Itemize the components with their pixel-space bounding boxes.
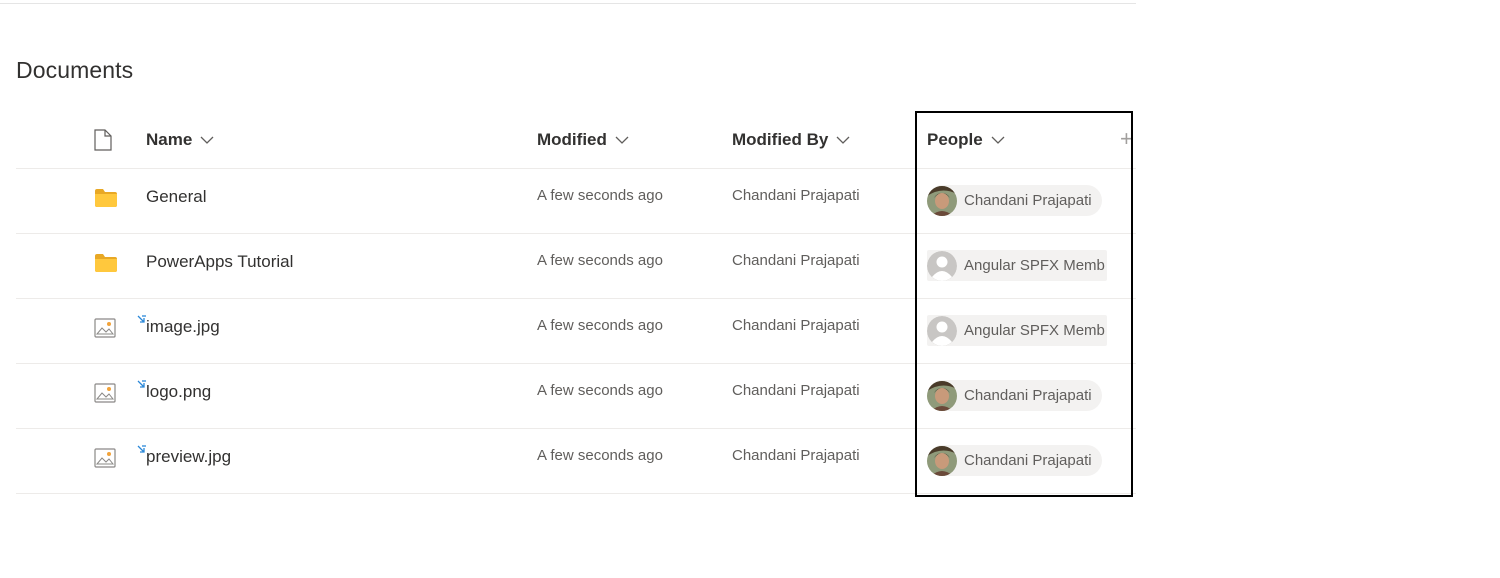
table-row[interactable]: General A few seconds ago Chandani Prajapa… (16, 169, 1136, 234)
avatar (927, 185, 957, 216)
column-header-people-label: People (927, 130, 983, 149)
chevron-down-icon (991, 136, 1005, 144)
folder-icon (94, 188, 120, 212)
column-header-people[interactable]: People (927, 130, 1005, 150)
documents-list: Name Modified Modified By People + Gener… (16, 112, 1136, 494)
avatar (927, 250, 957, 281)
item-name-link[interactable]: image.jpg (146, 317, 220, 337)
modified-cell: A few seconds ago (537, 252, 663, 269)
chevron-down-icon (615, 136, 629, 144)
persona-name: Angular SPFX Memb (964, 257, 1105, 274)
table-row[interactable]: preview.jpg A few seconds ago Chandani Pra… (16, 429, 1136, 494)
column-header-modified[interactable]: Modified (537, 130, 629, 150)
modified-by-cell[interactable]: Chandani Prajapati (732, 447, 860, 464)
column-header-modified-label: Modified (537, 130, 607, 149)
item-name-link[interactable]: General (146, 187, 206, 207)
avatar (927, 445, 957, 476)
item-name-link[interactable]: PowerApps Tutorial (146, 252, 293, 272)
column-header-modified-by-label: Modified By (732, 130, 829, 149)
modified-by-cell[interactable]: Chandani Prajapati (732, 252, 860, 269)
item-name-link[interactable]: preview.jpg (146, 447, 231, 467)
modified-cell: A few seconds ago (537, 317, 663, 334)
modified-by-cell[interactable]: Chandani Prajapati (732, 317, 860, 334)
persona-name: Chandani Prajapati (964, 192, 1092, 209)
page-title: Documents (16, 57, 134, 83)
persona-name: Chandani Prajapati (964, 387, 1092, 404)
people-persona[interactable]: Chandani Prajapati (927, 380, 1102, 411)
document-library-view: Documents Name Modified Modified By Peop… (0, 0, 1500, 578)
image-file-icon (94, 448, 120, 472)
column-header-modified-by[interactable]: Modified By (732, 130, 850, 150)
table-row[interactable]: image.jpg A few seconds ago Chandani Praja… (16, 299, 1136, 364)
people-persona[interactable]: Chandani Prajapati (927, 445, 1102, 476)
chevron-down-icon (836, 136, 850, 144)
people-persona[interactable]: Angular SPFX Memb (927, 315, 1107, 346)
table-row[interactable]: logo.png A few seconds ago Chandani Prajap… (16, 364, 1136, 429)
modified-cell: A few seconds ago (537, 187, 663, 204)
modified-by-cell[interactable]: Chandani Prajapati (732, 382, 860, 399)
modified-by-cell[interactable]: Chandani Prajapati (732, 187, 860, 204)
column-header-name-label: Name (146, 130, 193, 149)
folder-icon (94, 253, 120, 277)
avatar (927, 380, 957, 411)
people-persona[interactable]: Angular SPFX Memb (927, 250, 1107, 281)
chevron-down-icon (200, 136, 214, 144)
modified-cell: A few seconds ago (537, 382, 663, 399)
document-icon[interactable] (94, 129, 112, 156)
people-persona[interactable]: Chandani Prajapati (927, 185, 1102, 216)
persona-name: Chandani Prajapati (964, 452, 1092, 469)
list-rows: General A few seconds ago Chandani Prajapa… (16, 169, 1136, 494)
top-divider (0, 3, 1136, 4)
item-name-link[interactable]: logo.png (146, 382, 211, 402)
avatar (927, 315, 957, 346)
column-header-name[interactable]: Name (146, 130, 214, 150)
image-file-icon (94, 383, 120, 407)
list-header: Name Modified Modified By People + (16, 112, 1136, 169)
add-column-button[interactable]: + (1120, 126, 1133, 152)
image-file-icon (94, 318, 120, 342)
table-row[interactable]: PowerApps Tutorial A few seconds ago Chand… (16, 234, 1136, 299)
modified-cell: A few seconds ago (537, 447, 663, 464)
persona-name: Angular SPFX Memb (964, 322, 1105, 339)
